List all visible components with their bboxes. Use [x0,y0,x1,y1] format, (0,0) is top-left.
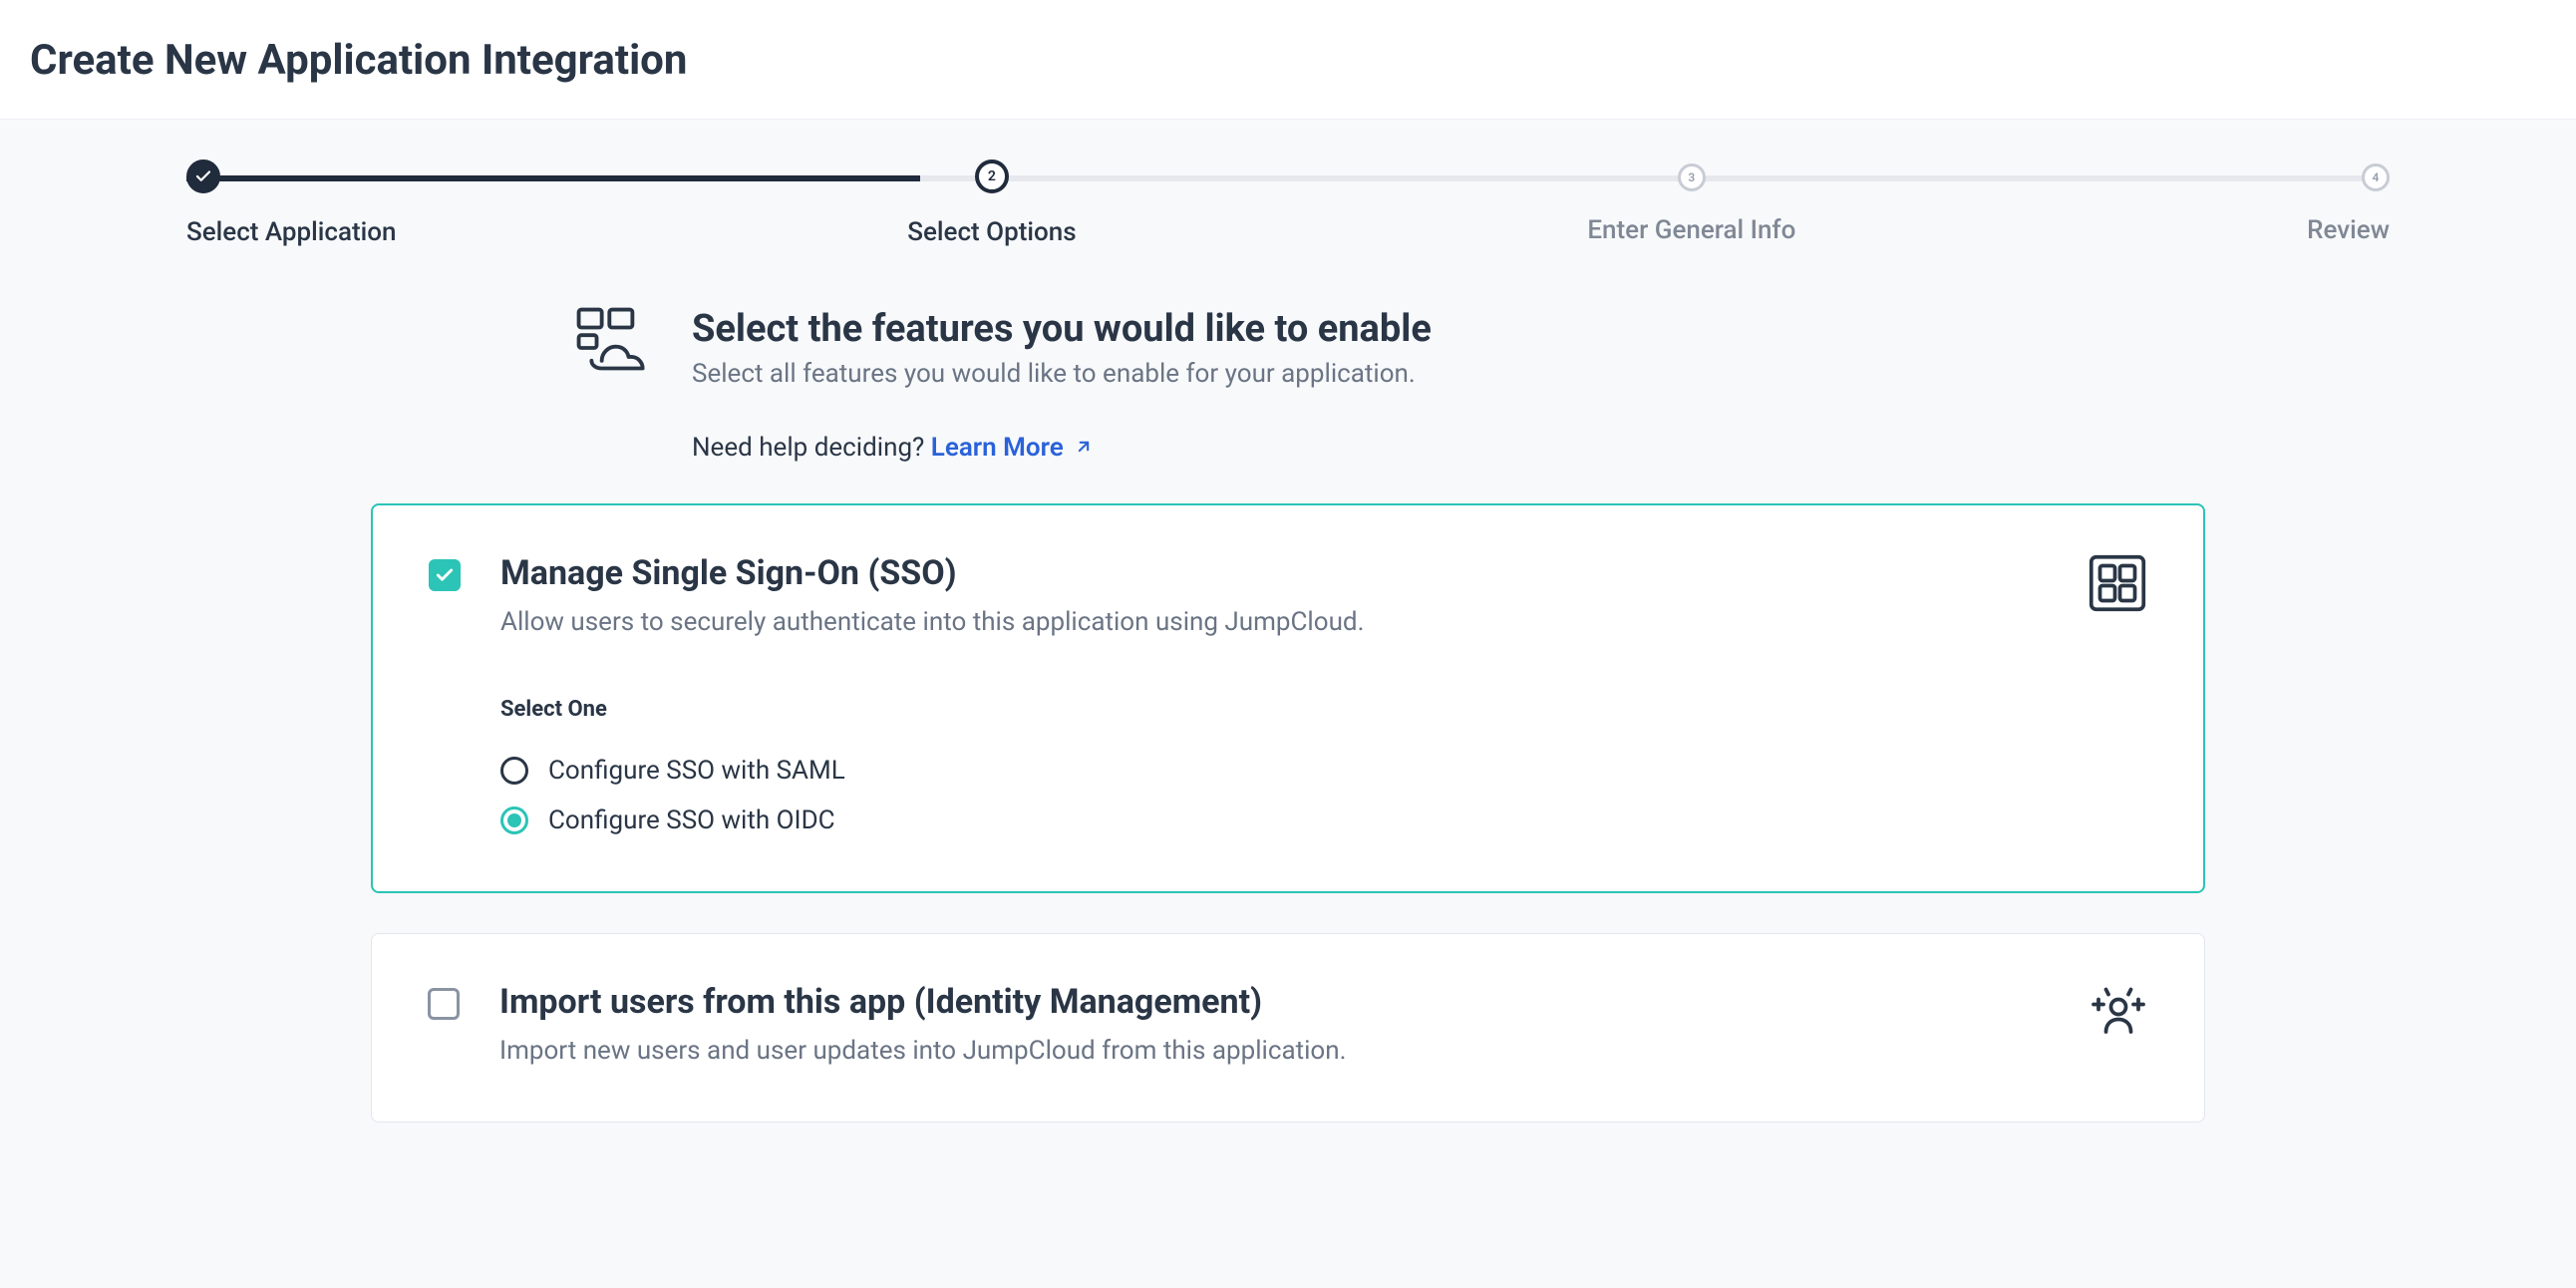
radio-icon [500,757,528,785]
radio-icon [500,806,528,834]
radio-option-oidc[interactable]: Configure SSO with OIDC [500,805,2147,835]
step-label: Review [2307,215,2390,245]
radio-label: Configure SSO with SAML [548,756,845,786]
section-header: Select the features you would like to en… [371,307,2205,389]
feature-card-identity-management[interactable]: Import users from this app (Identity Man… [371,933,2205,1123]
users-icon [2089,982,2148,1042]
card-title: Import users from this app (Identity Man… [499,982,2049,1022]
radio-option-saml[interactable]: Configure SSO with SAML [500,756,2147,786]
step-label: Enter General Info [1587,215,1795,245]
apps-grid-icon [2088,553,2147,613]
section-title: Select the features you would like to en… [692,307,1432,351]
stepper: Select Application 2 Select Options 3 En… [0,120,2576,247]
checkbox-identity-management[interactable] [428,988,460,1020]
external-link-icon [1074,434,1094,464]
helper-text: Need help deciding? Learn More [371,389,2205,464]
section-subtitle: Select all features you would like to en… [692,359,1432,389]
main-content: Select the features you would like to en… [371,307,2205,1123]
card-title: Manage Single Sign-On (SSO) [500,553,2048,593]
step-label: Select Options [907,217,1076,247]
card-description: Allow users to securely authenticate int… [500,607,2048,637]
step-select-options[interactable]: 2 Select Options [907,160,1076,247]
card-description: Import new users and user updates into J… [499,1036,2049,1066]
step-select-application[interactable]: Select Application [186,160,397,247]
radio-group-sso: Configure SSO with SAML Configure SSO wi… [500,756,2147,835]
step-review[interactable]: 4 Review [2307,160,2390,247]
step-enter-general-info[interactable]: 3 Enter General Info [1587,160,1795,247]
page-title: Create New Application Integration [30,36,2546,85]
step-marker-icon: 2 [975,160,1009,193]
learn-more-link[interactable]: Learn More [931,433,1094,463]
helper-prefix: Need help deciding? [692,433,931,463]
radio-label: Configure SSO with OIDC [548,805,835,835]
apps-cloud-icon [576,307,658,377]
step-marker-icon: 4 [2362,163,2390,191]
checkbox-sso[interactable] [429,559,461,591]
step-label: Select Application [186,217,397,247]
page-header: Create New Application Integration [0,0,2576,120]
radio-group-label: Select One [500,697,2147,722]
step-marker-icon: 3 [1678,163,1706,191]
feature-card-sso[interactable]: Manage Single Sign-On (SSO) Allow users … [371,503,2205,893]
check-circle-icon [186,160,220,193]
